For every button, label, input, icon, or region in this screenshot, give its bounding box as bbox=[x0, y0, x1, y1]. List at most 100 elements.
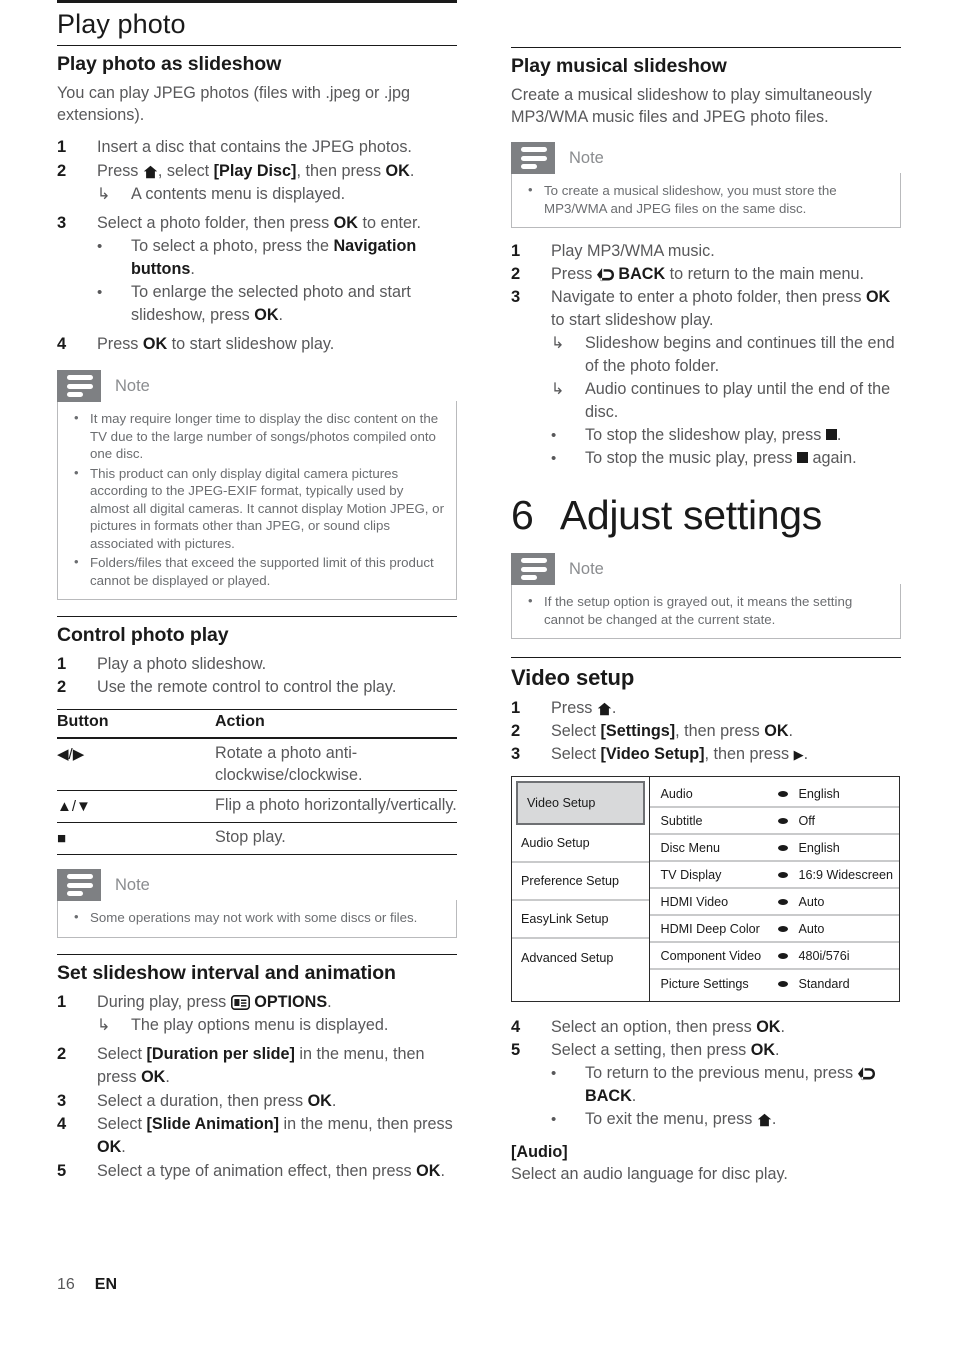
step-number: 1 bbox=[57, 655, 67, 673]
note-item: This product can only display digital ca… bbox=[70, 464, 444, 553]
step-text: During play, press OPTIONS. bbox=[97, 992, 332, 1011]
step-bullet: • To return to the previous menu, press … bbox=[551, 1062, 901, 1108]
bullet-marker: • bbox=[97, 238, 103, 255]
option-value: 480i/576i bbox=[798, 948, 850, 963]
settings-category-easylink-setup[interactable]: EasyLink Setup bbox=[512, 901, 650, 939]
bullet-marker: • bbox=[551, 450, 557, 467]
settings-row-picture-settings[interactable]: Picture Settings Standard bbox=[650, 970, 899, 997]
bullet-marker: • bbox=[551, 427, 557, 444]
step-text: Press . bbox=[551, 699, 617, 717]
option-value: Off bbox=[798, 813, 816, 828]
step-text: Select [Duration per slide] in the menu,… bbox=[97, 1044, 425, 1086]
back-icon bbox=[596, 266, 614, 282]
settings-category-video-setup[interactable]: Video Setup bbox=[516, 781, 646, 825]
settings-menu-screenshot: Video Setup Audio Setup Preference Setup… bbox=[511, 776, 900, 1002]
step-number: 1 bbox=[511, 242, 521, 260]
definition-text-audio: Select an audio language for disc play. bbox=[511, 1165, 788, 1183]
result-arrow-icon: ↳ bbox=[551, 335, 565, 352]
settings-category-advanced-setup[interactable]: Advanced Setup bbox=[512, 939, 650, 977]
settings-category-preference-setup[interactable]: Preference Setup bbox=[512, 863, 650, 901]
page-footer: 16 EN bbox=[57, 1276, 117, 1294]
note-item: Folders/files that exceed the supported … bbox=[70, 553, 444, 589]
cell-button: ■ bbox=[57, 822, 215, 855]
bullet-text: To stop the music play, press again. bbox=[585, 449, 857, 467]
note-label: Note bbox=[115, 376, 150, 395]
note-header: Note bbox=[57, 869, 457, 901]
option-value: English bbox=[798, 786, 840, 801]
intro-paragraph: You can play JPEG photos (files with .jp… bbox=[57, 84, 411, 124]
step-number: 3 bbox=[511, 288, 521, 306]
step-item: 1 Play MP3/WMA music. bbox=[511, 240, 901, 263]
step-number: 5 bbox=[57, 1161, 67, 1180]
chapter-title: Adjust settings bbox=[559, 492, 822, 538]
bullet-dot-icon bbox=[778, 898, 789, 905]
settings-row-subtitle[interactable]: Subtitle Off bbox=[650, 808, 899, 835]
step-number: 5 bbox=[511, 1041, 521, 1059]
step-item: 2 Select [Settings], then press OK. bbox=[511, 720, 901, 743]
note-label: Note bbox=[115, 875, 150, 894]
manual-page: Play photo Play photo as slideshow You c… bbox=[0, 0, 954, 1351]
step-bullet: • To stop the slideshow play, press . bbox=[551, 424, 901, 447]
settings-row-audio[interactable]: Audio English bbox=[650, 781, 899, 808]
result-arrow-icon: ↳ bbox=[97, 1016, 111, 1034]
bullet-dot-icon bbox=[778, 952, 789, 959]
step-text: Use the remote control to control the pl… bbox=[97, 678, 397, 696]
note-box-adjust-settings: Note If the setup option is grayed out, … bbox=[511, 553, 901, 639]
page-number: 16 bbox=[57, 1276, 75, 1293]
option-label: TV Display bbox=[660, 867, 722, 882]
settings-category-audio-setup[interactable]: Audio Setup bbox=[512, 825, 650, 863]
settings-row-hdmi-video[interactable]: HDMI Video Auto bbox=[650, 889, 899, 916]
table-row: ■ Stop play. bbox=[57, 822, 457, 855]
step-text: Select a photo folder, then press OK to … bbox=[97, 214, 421, 232]
option-label: Audio bbox=[660, 786, 693, 801]
note-box-photo: Note It may require longer time to displ… bbox=[57, 370, 457, 600]
bullet-marker: • bbox=[97, 284, 103, 301]
result-text: Slideshow begins and continues till the … bbox=[585, 334, 895, 375]
step-text: Select [Settings], then press OK. bbox=[551, 722, 794, 740]
steps-slideshow-interval: 1 During play, press OPTIONS. ↳ The play… bbox=[57, 991, 457, 1183]
note-icon bbox=[57, 869, 101, 901]
cell-button: ◀/▶ bbox=[57, 738, 215, 791]
step-text: Play a photo slideshow. bbox=[97, 655, 267, 673]
note-item: If the setup option is grayed out, it me… bbox=[524, 592, 888, 628]
button-action-table: Button Action ◀/▶ Rotate a photo anti-cl… bbox=[57, 709, 457, 855]
bullet-dot-icon bbox=[778, 980, 789, 987]
settings-row-tv-display[interactable]: TV Display 16:9 Widescreen bbox=[650, 862, 899, 889]
bullet-dot-icon bbox=[778, 925, 789, 932]
section-title-slideshow-interval: Set slideshow interval and animation bbox=[57, 961, 396, 984]
step-number: 4 bbox=[57, 335, 67, 353]
bullet-marker: • bbox=[551, 1065, 557, 1082]
section-title-control-photo-play: Control photo play bbox=[57, 624, 229, 646]
option-value: Auto bbox=[798, 921, 825, 936]
note-label: Note bbox=[569, 559, 604, 578]
bullet-dot-icon bbox=[778, 844, 789, 851]
settings-row-disc-menu[interactable]: Disc Menu English bbox=[650, 835, 899, 862]
bullet-text: To select a photo, press the Navigation … bbox=[131, 237, 417, 278]
options-icon bbox=[230, 994, 250, 1010]
step-item: 1 During play, press OPTIONS. bbox=[57, 991, 457, 1014]
steps-video-setup-after: 4 Select an option, then press OK. 5 Sel… bbox=[511, 1016, 901, 1131]
step-number: 4 bbox=[57, 1114, 67, 1133]
settings-row-hdmi-deep-color[interactable]: HDMI Deep Color Auto bbox=[650, 916, 899, 943]
step-result: ↳ Slideshow begins and continues till th… bbox=[551, 332, 901, 378]
note-header: Note bbox=[57, 370, 457, 402]
step-item: 3 Navigate to enter a photo folder, then… bbox=[511, 286, 901, 332]
step-item: 4 Select an option, then press OK. bbox=[511, 1016, 901, 1039]
option-label: HDMI Video bbox=[660, 894, 729, 909]
settings-category-list: Video Setup Audio Setup Preference Setup… bbox=[512, 777, 651, 1001]
chapter-number: 6 bbox=[511, 492, 534, 538]
settings-row-component-video[interactable]: Component Video 480i/576i bbox=[650, 943, 899, 970]
definition-term-audio: [Audio] bbox=[511, 1143, 568, 1161]
back-icon bbox=[857, 1065, 875, 1081]
step-item: 2 Press BACK to return to the main menu. bbox=[511, 263, 901, 286]
step-text: Play MP3/WMA music. bbox=[551, 242, 715, 260]
note-body: If the setup option is grayed out, it me… bbox=[511, 584, 901, 639]
note-body: Some operations may not work with some d… bbox=[57, 900, 457, 938]
option-label: Disc Menu bbox=[660, 840, 720, 855]
option-label: Subtitle bbox=[660, 813, 703, 828]
stop-icon bbox=[825, 429, 837, 440]
step-text: Press , select [Play Disc], then press O… bbox=[97, 162, 415, 180]
note-icon bbox=[511, 553, 555, 585]
top-rule-right bbox=[511, 47, 901, 48]
note-item: It may require longer time to display th… bbox=[70, 409, 444, 463]
